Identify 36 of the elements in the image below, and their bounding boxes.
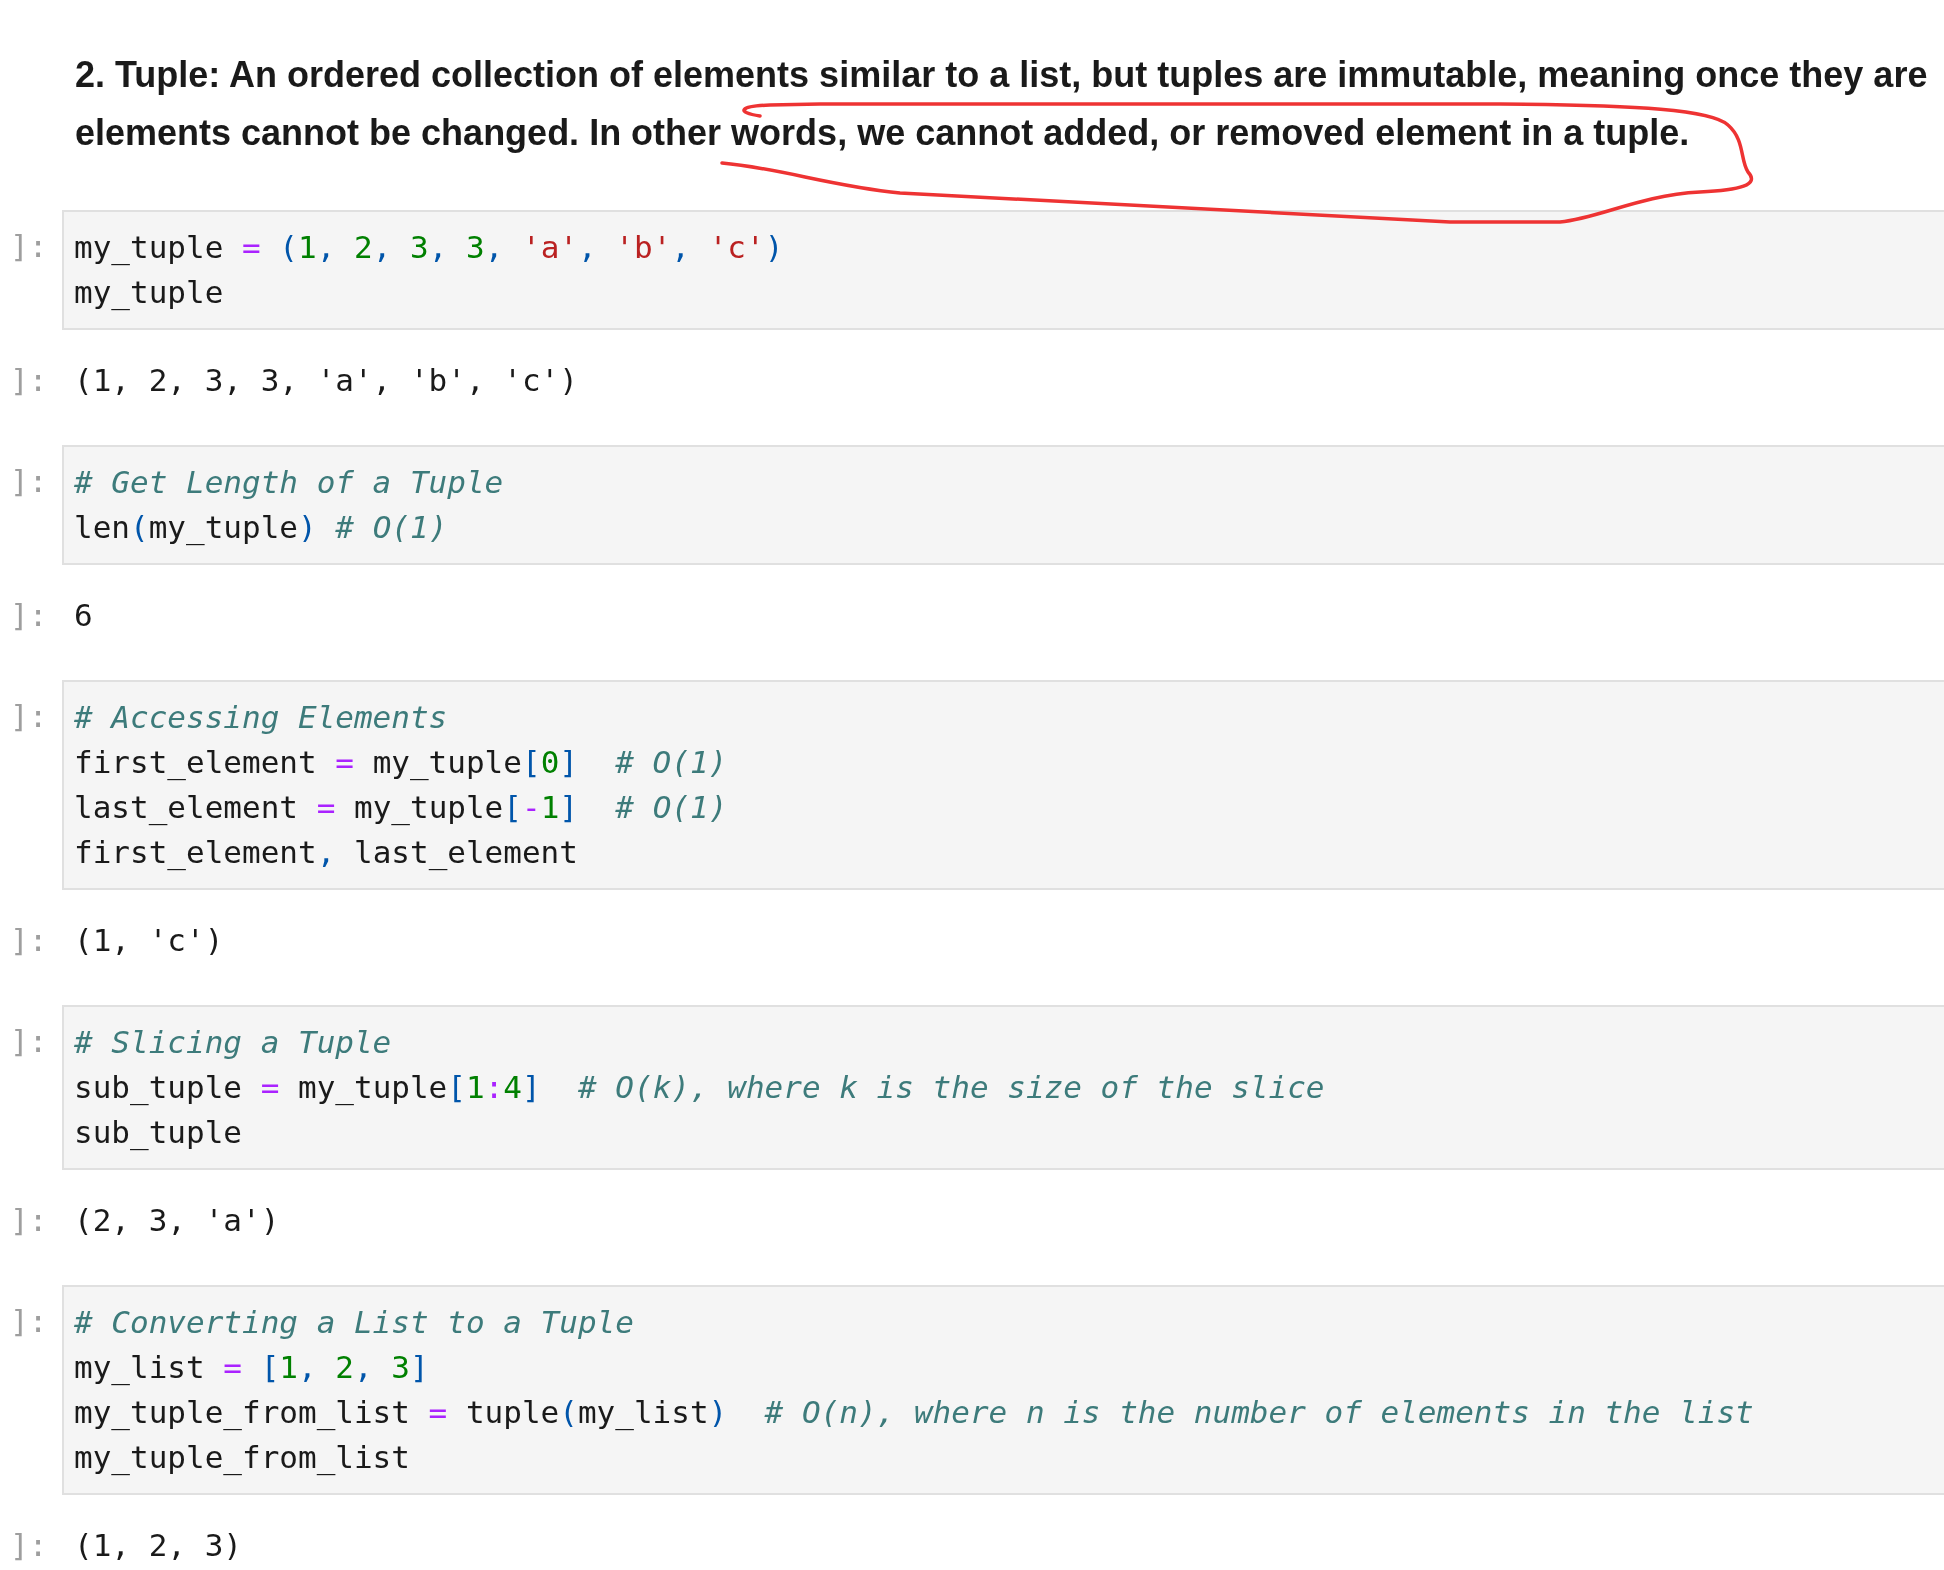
cell-prompt: ]:: [9, 1201, 49, 1240]
code-line: my_tuple: [74, 273, 225, 313]
code-cell[interactable]: # Get Length of a Tuple len(my_tuple) # O(1): [62, 445, 1944, 565]
cell-prompt: ]:: [9, 361, 49, 400]
code-line: sub_tuple = my_tuple[1:4] # O(k), where k is the size of the slice: [74, 1068, 1326, 1108]
output-text: (2, 3, 'a'): [74, 1201, 281, 1240]
cell-prompt: ]:: [9, 462, 49, 501]
cell-prompt: ]:: [9, 697, 49, 736]
output-text: 6: [74, 596, 94, 635]
code-line: my_list = [1, 2, 3]: [74, 1348, 430, 1388]
code-cell[interactable]: my_tuple = (1, 2, 3, 3, 'a', 'b', 'c') my_tuple: [62, 210, 1944, 330]
code-line: first_element, last_element: [74, 833, 579, 873]
code-line: my_tuple_from_list = tuple(my_list) # O(n), where n is the number of elements in the list: [74, 1393, 1755, 1433]
code-line: my_tuple_from_list: [74, 1438, 411, 1478]
code-line: sub_tuple: [74, 1113, 243, 1153]
code-line: last_element = my_tuple[-1] # O(1): [74, 788, 729, 828]
cell-prompt: ]:: [9, 1022, 49, 1061]
code-line: # Get Length of a Tuple: [74, 463, 505, 502]
output-text: (1, 2, 3, 3, 'a', 'b', 'c'): [74, 361, 579, 400]
cell-prompt: ]:: [9, 1302, 49, 1341]
code-line: my_tuple = (1, 2, 3, 3, 'a', 'b', 'c'): [74, 228, 785, 268]
code-cell[interactable]: # Accessing Elements first_element = my_tuple[0] # O(1) last_element = my_tuple[-1] # O(1) first_element, last_element: [62, 680, 1944, 890]
code-cell[interactable]: # Converting a List to a Tuple my_list = [1, 2, 3] my_tuple_from_list = tuple(my_list) # O(n), where n is the number of elements in the list my_tuple_from_list: [62, 1285, 1944, 1495]
code-line: # Slicing a Tuple: [74, 1023, 393, 1062]
heading-text: 2. Tuple: An ordered collection of elements similar to a list, but tuples are immutable, meaning once they are elements cannot be changed. In other words, we cannot added, or removed element in a tuple.: [75, 53, 1929, 155]
cell-prompt: ]:: [9, 227, 49, 266]
cell-prompt: ]:: [9, 1526, 49, 1565]
cell-prompt: ]:: [9, 921, 49, 960]
output-text: (1, 'c'): [74, 921, 225, 960]
output-text: (1, 2, 3): [74, 1526, 243, 1565]
code-cell[interactable]: # Slicing a Tuple sub_tuple = my_tuple[1:4] # O(k), where k is the size of the slice sub_tuple: [62, 1005, 1944, 1170]
code-line: # Converting a List to a Tuple: [74, 1303, 635, 1342]
code-line: len(my_tuple) # O(1): [74, 508, 449, 548]
code-line: first_element = my_tuple[0] # O(1): [74, 743, 729, 783]
code-line: # Accessing Elements: [74, 698, 449, 737]
cell-prompt: ]:: [9, 596, 49, 635]
